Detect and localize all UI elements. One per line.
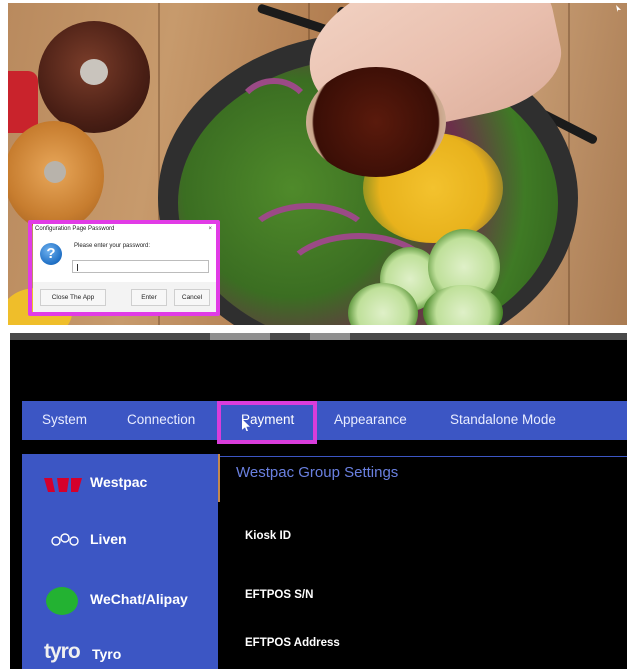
tab-highlight-box (217, 401, 317, 444)
close-icon[interactable]: × (208, 224, 212, 234)
enter-button[interactable]: Enter (131, 289, 167, 306)
wooden-jar-lid (8, 121, 104, 231)
tab-appearance[interactable]: Appearance (334, 412, 407, 427)
dialog-body: ? Please enter your password: (33, 234, 216, 282)
sidebar-label: Westpac (90, 474, 148, 490)
question-icon: ? (40, 243, 62, 265)
red-jar (8, 71, 38, 133)
dialog-title-bar: Configuration Page Password × (33, 224, 216, 234)
window-top-bar (10, 333, 627, 340)
settings-content: Westpac Group Settings Kiosk ID EFTPOS S… (218, 454, 627, 669)
password-dialog: Configuration Page Password × ? Please e… (33, 224, 216, 312)
sidebar-item-tyro[interactable]: tyro Tyro (22, 630, 218, 669)
sidebar-item-liven[interactable]: Liven (22, 513, 218, 563)
sidebar-label: WeChat/Alipay (90, 591, 188, 607)
sidebar-label: Liven (90, 531, 127, 547)
tab-standalone-mode[interactable]: Standalone Mode (450, 412, 556, 427)
tab-system[interactable]: System (42, 412, 87, 427)
tyro-logo-icon: tyro (44, 640, 81, 663)
sidebar-item-wechat-alipay[interactable]: WeChat/Alipay (22, 573, 218, 623)
cancel-button[interactable]: Cancel (174, 289, 210, 306)
brown-jar-lid (38, 21, 150, 133)
settings-app: System Connection Payment Appearance Sta… (10, 333, 627, 669)
text-caret (77, 264, 78, 271)
field-label-kiosk-id: Kiosk ID (245, 530, 292, 542)
password-input[interactable] (72, 260, 209, 273)
field-label-eftpos-sn: EFTPOS S/N (245, 589, 314, 601)
divider (218, 456, 627, 457)
onion-ring (233, 78, 315, 160)
westpac-logo-icon (44, 478, 82, 492)
close-app-button[interactable]: Close The App (40, 289, 106, 306)
page-title: Westpac Group Settings (236, 464, 399, 481)
field-label-eftpos-address: EFTPOS Address (245, 637, 340, 649)
liven-logo-icon (50, 531, 80, 551)
dressing-jar (306, 67, 446, 177)
tab-connection[interactable]: Connection (127, 412, 195, 427)
tab-bar: System Connection Payment Appearance Sta… (22, 401, 627, 440)
mouse-cursor-icon (616, 5, 621, 12)
password-prompt: Please enter your password: (74, 243, 151, 249)
payment-sidebar: Westpac Liven WeChat/Alipay tyro Tyro (22, 454, 218, 669)
sidebar-label: Tyro (92, 646, 122, 662)
wechat-logo-icon (46, 587, 78, 615)
dialog-title: Configuration Page Password (35, 226, 115, 232)
sidebar-item-westpac[interactable]: Westpac (22, 456, 218, 506)
accent-line (218, 454, 220, 502)
